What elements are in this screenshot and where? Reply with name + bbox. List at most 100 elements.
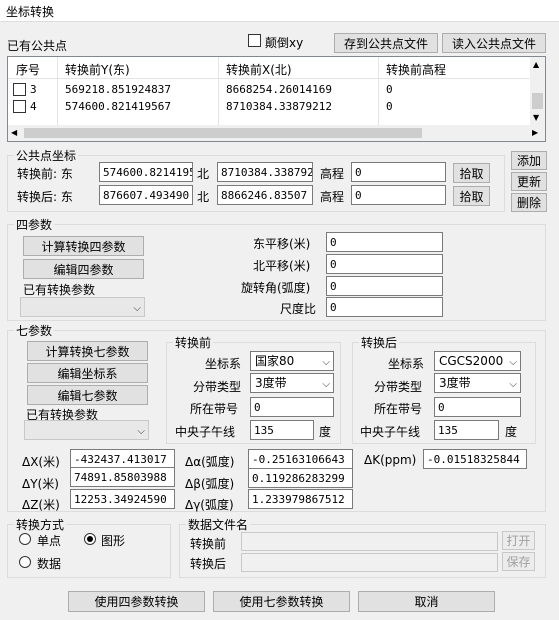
update-button[interactable]: 更新 <box>511 172 547 191</box>
col-y: 转换前Y(东) <box>65 63 130 77</box>
dy-label: ΔY(米) <box>22 477 59 491</box>
four-existing-select[interactable]: ⌵ <box>20 297 145 317</box>
north-shift-label: 北平移(米) <box>253 259 311 273</box>
before-crs-title: 转换前 <box>173 334 214 351</box>
points-table[interactable]: 序号 转换前Y(东) 转换前X(北) 转换前高程 3 569218.851924… <box>7 56 546 142</box>
before-cm-input[interactable]: 135 <box>250 420 314 440</box>
dgamma-input[interactable]: 1.233979867512 <box>248 489 353 509</box>
edit-crs-button[interactable]: 编辑坐标系 <box>27 363 148 383</box>
after-crs-label: 坐标系 <box>388 357 425 371</box>
invert-xy-label: 颠倒xy <box>265 36 304 50</box>
mode-graphic-radio[interactable] <box>84 533 96 545</box>
use-four-param-button[interactable]: 使用四参数转换 <box>68 591 205 612</box>
after-cm-input[interactable]: 135 <box>434 420 499 440</box>
use-seven-param-button[interactable]: 使用七参数转换 <box>213 591 350 612</box>
pick-before-button[interactable]: 拾取 <box>453 163 490 183</box>
table-row[interactable]: 4 574600.821419567 8710384.33879212 0 <box>8 99 530 115</box>
rotation-input[interactable]: 0 <box>326 276 443 296</box>
table-row[interactable]: 3 569218.851924837 8668254.26014169 0 <box>8 82 530 98</box>
dx-label: ΔX(米) <box>22 455 60 469</box>
dk-input[interactable]: -0.01518325844 <box>423 449 527 469</box>
dx-input[interactable]: -432437.413017 <box>70 449 175 469</box>
before-crs-label: 坐标系 <box>205 357 242 371</box>
east-shift-input[interactable]: 0 <box>326 232 443 252</box>
add-button[interactable]: 添加 <box>511 151 547 170</box>
before-deg-label: 度 <box>319 425 332 439</box>
points-section-title: 已有公共点 <box>7 39 68 53</box>
load-points-button[interactable]: 读入公共点文件 <box>442 33 546 53</box>
invert-xy-checkbox[interactable] <box>248 34 261 47</box>
after-zone-type-select[interactable]: 3度带 ⌵ <box>434 373 521 393</box>
mode-single-radio[interactable] <box>19 533 31 545</box>
after-cm-label: 中央子午线 <box>360 425 421 439</box>
after-deg-label: 度 <box>505 425 518 439</box>
north-shift-input[interactable]: 0 <box>326 254 443 274</box>
compute-seven-param-button[interactable]: 计算转换七参数 <box>27 341 148 361</box>
after-crs-select[interactable]: CGCS2000 ⌵ <box>434 351 521 371</box>
dalpha-input[interactable]: -0.25163106643 <box>248 449 353 469</box>
before-zone-type-label: 分带类型 <box>193 380 242 394</box>
scroll-up-icon[interactable]: ▲ <box>533 60 539 69</box>
hscroll-thumb[interactable] <box>24 128 422 138</box>
before-crs-value: 国家80 <box>255 354 295 368</box>
horizontal-scrollbar[interactable]: ◀ ▶ <box>8 125 545 141</box>
seven-existing-select[interactable]: ⌵ <box>24 420 149 440</box>
compute-four-param-button[interactable]: 计算转换四参数 <box>23 236 144 256</box>
before-zone-no-input[interactable]: 0 <box>250 397 334 417</box>
row-h: 0 <box>386 100 393 113</box>
dgamma-label: Δγ(弧度) <box>185 498 234 512</box>
dy-input[interactable]: 74891.85803988 <box>70 467 175 487</box>
mode-data-label: 数据 <box>37 557 62 571</box>
four-existing-label: 已有转换参数 <box>23 283 96 297</box>
four-param-title: 四参数 <box>14 216 55 233</box>
pick-after-button[interactable]: 拾取 <box>453 186 490 206</box>
scroll-down-icon[interactable]: ▼ <box>533 113 539 122</box>
mode-data-radio[interactable] <box>19 556 31 568</box>
cancel-button[interactable]: 取消 <box>358 591 495 612</box>
chevron-down-icon: ⌵ <box>137 426 145 437</box>
row-x: 8668254.26014169 <box>226 83 332 96</box>
before-east-input[interactable]: 574600.821419567 <box>99 162 193 182</box>
before-zone-no-label: 所在带号 <box>190 402 239 416</box>
row-y: 569218.851924837 <box>65 83 171 96</box>
dz-input[interactable]: 12253.34924590 <box>70 489 175 509</box>
chevron-down-icon: ⌵ <box>322 357 330 368</box>
row-checkbox[interactable] <box>13 83 26 96</box>
dbeta-label: Δβ(弧度) <box>185 477 235 491</box>
title-bar: 坐标转换 <box>0 0 559 22</box>
after-east-input[interactable]: 876607.493490 <box>99 185 193 205</box>
after-north-input[interactable]: 8866246.83507 <box>217 185 313 205</box>
save-points-button[interactable]: 存到公共点文件 <box>334 33 438 53</box>
vertical-scrollbar[interactable]: ▲ ▼ <box>530 57 545 125</box>
rotation-label: 旋转角(弧度) <box>241 281 311 295</box>
before-north-input[interactable]: 8710384.33879212 <box>217 162 313 182</box>
before-crs-select[interactable]: 国家80 ⌵ <box>250 351 334 371</box>
dbeta-input[interactable]: 0.119286283299 <box>248 468 353 488</box>
scroll-left-icon[interactable]: ◀ <box>11 128 17 137</box>
before-zone-type-value: 3度带 <box>255 376 287 390</box>
data-file-after-input[interactable] <box>241 553 498 572</box>
edit-seven-param-button[interactable]: 编辑七参数 <box>27 385 148 405</box>
seven-param-title: 七参数 <box>14 322 55 339</box>
scale-input[interactable]: 0 <box>326 297 443 317</box>
after-crs-value: CGCS2000 <box>439 354 504 368</box>
data-file-before-input[interactable] <box>241 532 498 551</box>
after-crs-title: 转换后 <box>359 334 400 351</box>
data-file-after-label: 转换后 <box>190 557 227 571</box>
open-button[interactable]: 打开 <box>502 531 535 550</box>
row-no: 4 <box>30 100 37 113</box>
before-elev-input[interactable]: 0 <box>351 162 446 182</box>
row-checkbox[interactable] <box>13 100 26 113</box>
scroll-right-icon[interactable]: ▶ <box>532 128 538 137</box>
after-zone-no-input[interactable]: 0 <box>434 397 521 417</box>
edit-four-param-button[interactable]: 编辑四参数 <box>23 259 144 279</box>
common-point-title: 公共点坐标 <box>14 147 79 164</box>
after-elev-input[interactable]: 0 <box>351 185 446 205</box>
scroll-thumb[interactable] <box>532 93 543 109</box>
row-h: 0 <box>386 83 393 96</box>
chevron-down-icon: ⌵ <box>509 379 517 390</box>
col-x: 转换前X(北) <box>226 63 292 77</box>
save-button[interactable]: 保存 <box>502 552 535 571</box>
before-zone-type-select[interactable]: 3度带 ⌵ <box>250 373 334 393</box>
delete-button[interactable]: 删除 <box>511 193 547 212</box>
